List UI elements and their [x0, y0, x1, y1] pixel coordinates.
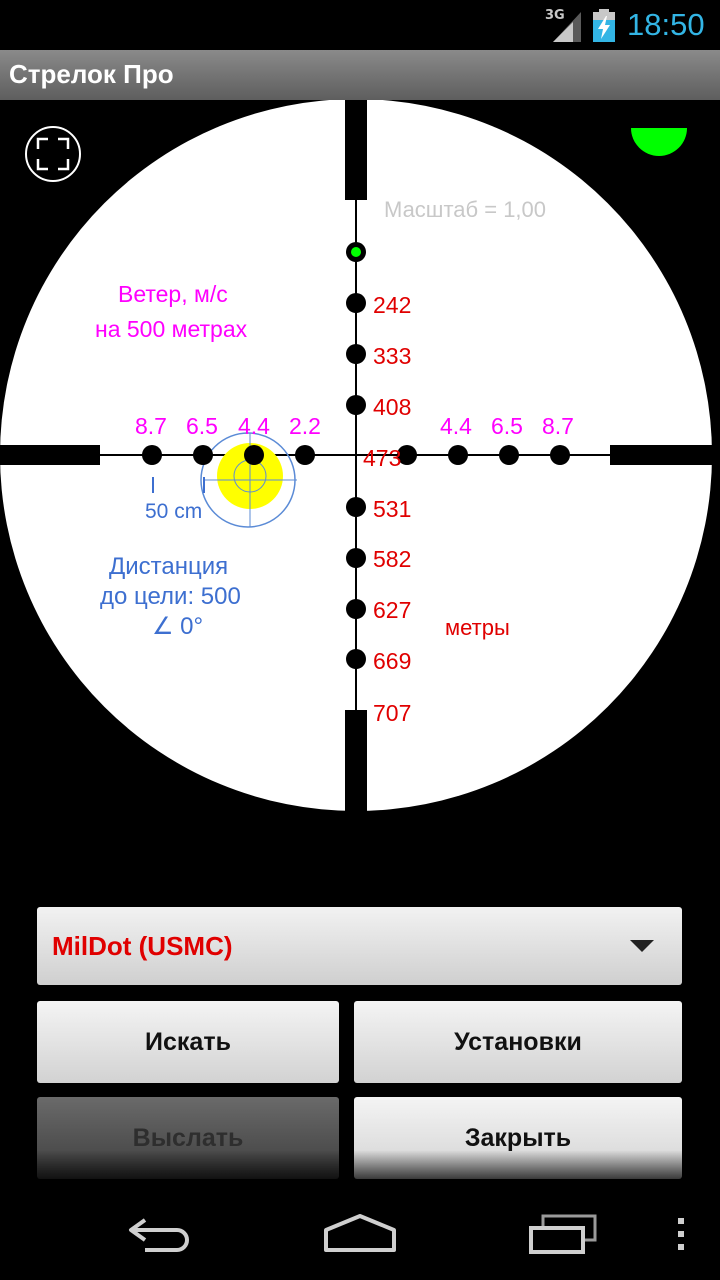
- aim-point-green: [351, 247, 361, 257]
- reticle-post-bottom: [345, 710, 367, 820]
- range-label-7: 627: [373, 597, 412, 623]
- range-label-9: 707: [373, 700, 412, 726]
- dot-left-1: [295, 445, 315, 465]
- wind-right-2: 4.4: [440, 413, 472, 439]
- dot-top-4: [346, 395, 366, 415]
- back-icon[interactable]: [125, 1214, 195, 1254]
- wind-right-3: 6.5: [491, 413, 523, 439]
- wind-left-1: 2.2: [289, 413, 321, 439]
- search-button[interactable]: Искать: [37, 1001, 339, 1083]
- range-label-1: 242: [373, 292, 412, 318]
- range-label-5: 531: [373, 496, 412, 522]
- range-label-3: 408: [373, 394, 412, 420]
- wind-left-3: 6.5: [186, 413, 218, 439]
- navigation-bar: [0, 1190, 720, 1280]
- range-label-8: 669: [373, 648, 412, 674]
- status-indicator-icon: [631, 128, 687, 156]
- dot-right-3: [499, 445, 519, 465]
- dot-top-3: [346, 344, 366, 364]
- dot-left-2: [244, 445, 264, 465]
- send-button[interactable]: Выслать: [37, 1097, 339, 1179]
- reticle-post-top: [345, 100, 367, 200]
- action-bar: Стрелок Про: [0, 50, 720, 100]
- dropdown-arrow-icon: [630, 940, 654, 952]
- wind-right-4: 8.7: [542, 413, 574, 439]
- home-icon[interactable]: [322, 1212, 398, 1254]
- signal-icon: [553, 12, 581, 42]
- dot-left-3: [193, 445, 213, 465]
- close-button[interactable]: Закрыть: [354, 1097, 682, 1179]
- reticle-post-right: [610, 445, 720, 465]
- dot-right-4: [550, 445, 570, 465]
- wind-left-4: 8.7: [135, 413, 167, 439]
- wind-distance: на 500 метрах: [95, 316, 248, 342]
- distance-line2: до цели: 500: [100, 583, 241, 610]
- dot-bottom-2: [346, 548, 366, 568]
- overflow-menu-icon[interactable]: [676, 1216, 686, 1252]
- reticle-select[interactable]: MilDot (USMC): [37, 907, 682, 985]
- clock: 18:50: [627, 7, 705, 42]
- app-title: Стрелок Про: [9, 59, 174, 89]
- dot-left-4: [142, 445, 162, 465]
- fullscreen-icon[interactable]: [24, 125, 82, 183]
- dot-right-2: [448, 445, 468, 465]
- reticle-post-left: [0, 445, 100, 465]
- angle-label: ∠ 0°: [152, 613, 204, 640]
- range-label-2: 333: [373, 343, 412, 369]
- scale-label: Масштаб = 1,00: [384, 197, 547, 222]
- dot-top-2: [346, 293, 366, 313]
- range-label-6: 582: [373, 546, 412, 572]
- distance-line1: Дистанция: [109, 553, 229, 580]
- settings-button[interactable]: Установки: [354, 1001, 682, 1083]
- reticle-svg: [0, 99, 720, 820]
- range-label-4: 473: [363, 445, 402, 471]
- status-bar: 3G 18:50: [0, 0, 720, 50]
- dot-bottom-4: [346, 649, 366, 669]
- battery-charging-icon: [593, 9, 615, 42]
- wind-title: Ветер, м/с: [118, 281, 228, 307]
- dot-bottom-1: [346, 497, 366, 517]
- dot-bottom-3: [346, 599, 366, 619]
- units-label: метры: [445, 615, 510, 640]
- recent-apps-icon[interactable]: [527, 1212, 599, 1256]
- scope-view[interactable]: Масштаб = 1,00 Ветер, м/с на 500 метрах …: [0, 99, 720, 820]
- group-size-label: 50 cm: [145, 500, 203, 523]
- wind-left-2: 4.4: [238, 413, 270, 439]
- reticle-select-value: MilDot (USMC): [52, 931, 233, 961]
